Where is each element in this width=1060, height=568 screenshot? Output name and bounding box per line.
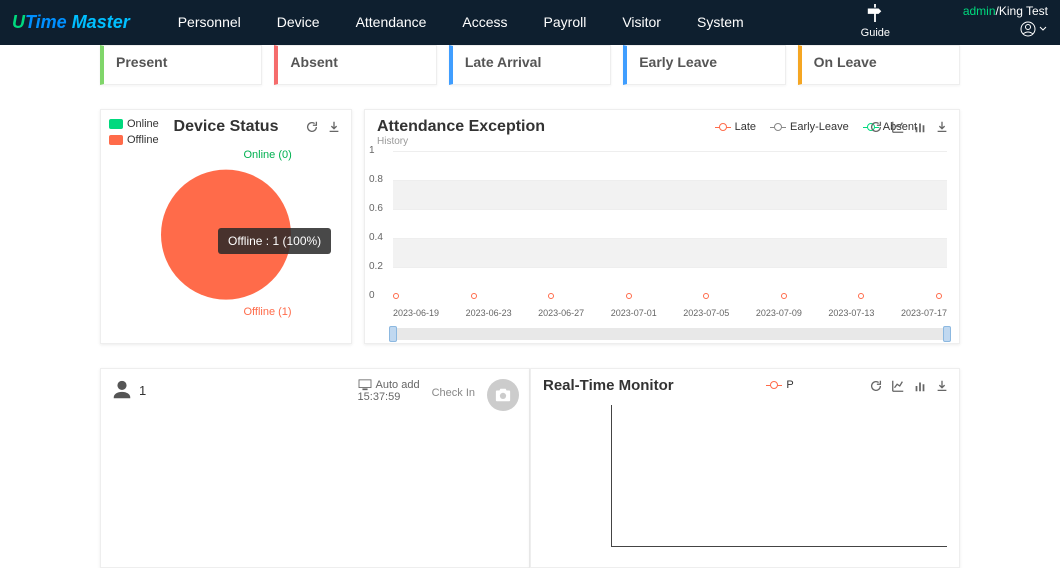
nav-system[interactable]: System xyxy=(679,0,762,45)
refresh-icon[interactable] xyxy=(869,379,883,393)
p-marker-icon xyxy=(766,385,782,386)
device-status-panel: Online Offline Device Status Online (0) … xyxy=(100,109,352,344)
pie-offline-label: Offline (1) xyxy=(244,306,292,318)
nav-device[interactable]: Device xyxy=(259,0,338,45)
status-present[interactable]: Present xyxy=(100,45,262,85)
nav-access[interactable]: Access xyxy=(444,0,525,45)
monitor-axis xyxy=(611,405,947,547)
chart-scrollbar[interactable] xyxy=(393,328,947,340)
bar-chart-icon[interactable] xyxy=(913,120,927,134)
status-late[interactable]: Late Arrival xyxy=(449,45,611,85)
device-toolbar xyxy=(305,120,341,134)
status-leave[interactable]: On Leave xyxy=(798,45,960,85)
entry-user: 1 xyxy=(111,379,146,401)
monitor-legend: P xyxy=(766,379,793,391)
auto-add-label: Auto add xyxy=(376,379,420,391)
line-chart-icon[interactable] xyxy=(891,120,905,134)
entry-photo xyxy=(487,379,519,411)
status-absent[interactable]: Absent xyxy=(274,45,436,85)
refresh-icon[interactable] xyxy=(869,120,883,134)
early-marker-icon xyxy=(770,127,786,128)
monitor-panel: Real-Time Monitor P xyxy=(530,368,960,568)
nav-payroll[interactable]: Payroll xyxy=(526,0,605,45)
camera-icon xyxy=(494,387,512,403)
download-icon[interactable] xyxy=(327,120,341,134)
entry-panel: 1 Auto add 15:37:59 Check In xyxy=(100,368,530,568)
panels-row: Online Offline Device Status Online (0) … xyxy=(0,109,1060,344)
logo: UTime Master xyxy=(12,12,130,33)
download-icon[interactable] xyxy=(935,120,949,134)
attend-chart: 1 0.8 0.6 0.4 0.2 0 xyxy=(393,151,947,306)
line-chart-icon[interactable] xyxy=(891,379,905,393)
status-row: Present Absent Late Arrival Early Leave … xyxy=(0,45,1060,85)
scroll-handle-right[interactable] xyxy=(943,326,951,342)
signpost-icon xyxy=(864,4,886,22)
device-pie: Online (0) Offline : 1 (100%) Offline (1… xyxy=(101,142,351,322)
monitor-toolbar xyxy=(869,379,949,393)
user-area[interactable]: admin/King Test xyxy=(963,4,1048,40)
attend-toolbar xyxy=(869,120,949,134)
late-marker-icon xyxy=(715,127,731,128)
scroll-handle-left[interactable] xyxy=(389,326,397,342)
history-label: History xyxy=(365,136,959,147)
person-icon xyxy=(111,379,133,401)
pie-tooltip: Offline : 1 (100%) xyxy=(218,228,331,254)
attendance-exception-panel: Attendance Exception Late Early-Leave Ab… xyxy=(364,109,960,344)
entry-user-id: 1 xyxy=(139,383,146,398)
main-nav: Personnel Device Attendance Access Payro… xyxy=(160,0,762,45)
y-axis-labels: 1 0.8 0.6 0.4 0.2 0 xyxy=(369,145,383,319)
header: UTime Master Personnel Device Attendance… xyxy=(0,0,1060,45)
refresh-icon[interactable] xyxy=(305,120,319,134)
nav-attendance[interactable]: Attendance xyxy=(338,0,445,45)
status-early[interactable]: Early Leave xyxy=(623,45,785,85)
x-axis-labels: 2023-06-19 2023-06-23 2023-06-27 2023-07… xyxy=(393,308,947,318)
nav-visitor[interactable]: Visitor xyxy=(604,0,679,45)
nav-personnel[interactable]: Personnel xyxy=(160,0,259,45)
online-swatch xyxy=(109,119,123,129)
pie-online-label: Online (0) xyxy=(244,149,292,161)
user-icon xyxy=(1020,21,1048,37)
bar-chart-icon[interactable] xyxy=(913,379,927,393)
entry-time: 15:37:59 xyxy=(358,391,420,403)
download-icon[interactable] xyxy=(935,379,949,393)
realtime-row: 1 Auto add 15:37:59 Check In Real-Time M… xyxy=(0,368,1060,568)
attend-title: Attendance Exception xyxy=(377,118,715,136)
guide-button[interactable]: Guide xyxy=(861,4,890,39)
entry-type: Check In xyxy=(432,387,475,399)
device-icon xyxy=(358,379,372,391)
data-line xyxy=(393,295,947,296)
